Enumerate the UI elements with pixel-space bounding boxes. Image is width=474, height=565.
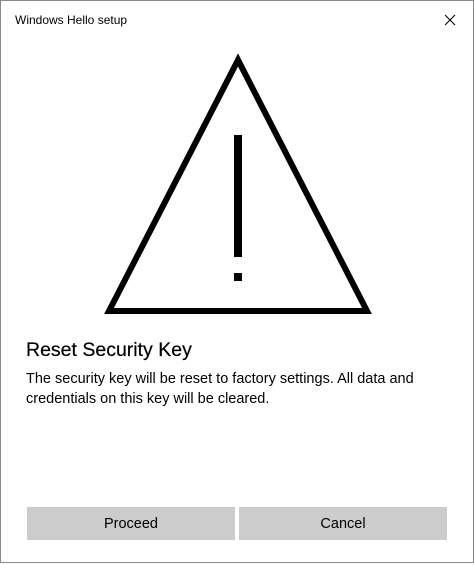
dialog-heading: Reset Security Key: [26, 339, 192, 361]
proceed-button[interactable]: Proceed: [27, 507, 235, 540]
cancel-button[interactable]: Cancel: [239, 507, 447, 540]
dialog-window: Windows Hello setup Reset Security Key T…: [0, 0, 474, 563]
dialog-message: The security key will be reset to factor…: [26, 371, 414, 407]
warning-triangle-icon: [104, 53, 372, 314]
